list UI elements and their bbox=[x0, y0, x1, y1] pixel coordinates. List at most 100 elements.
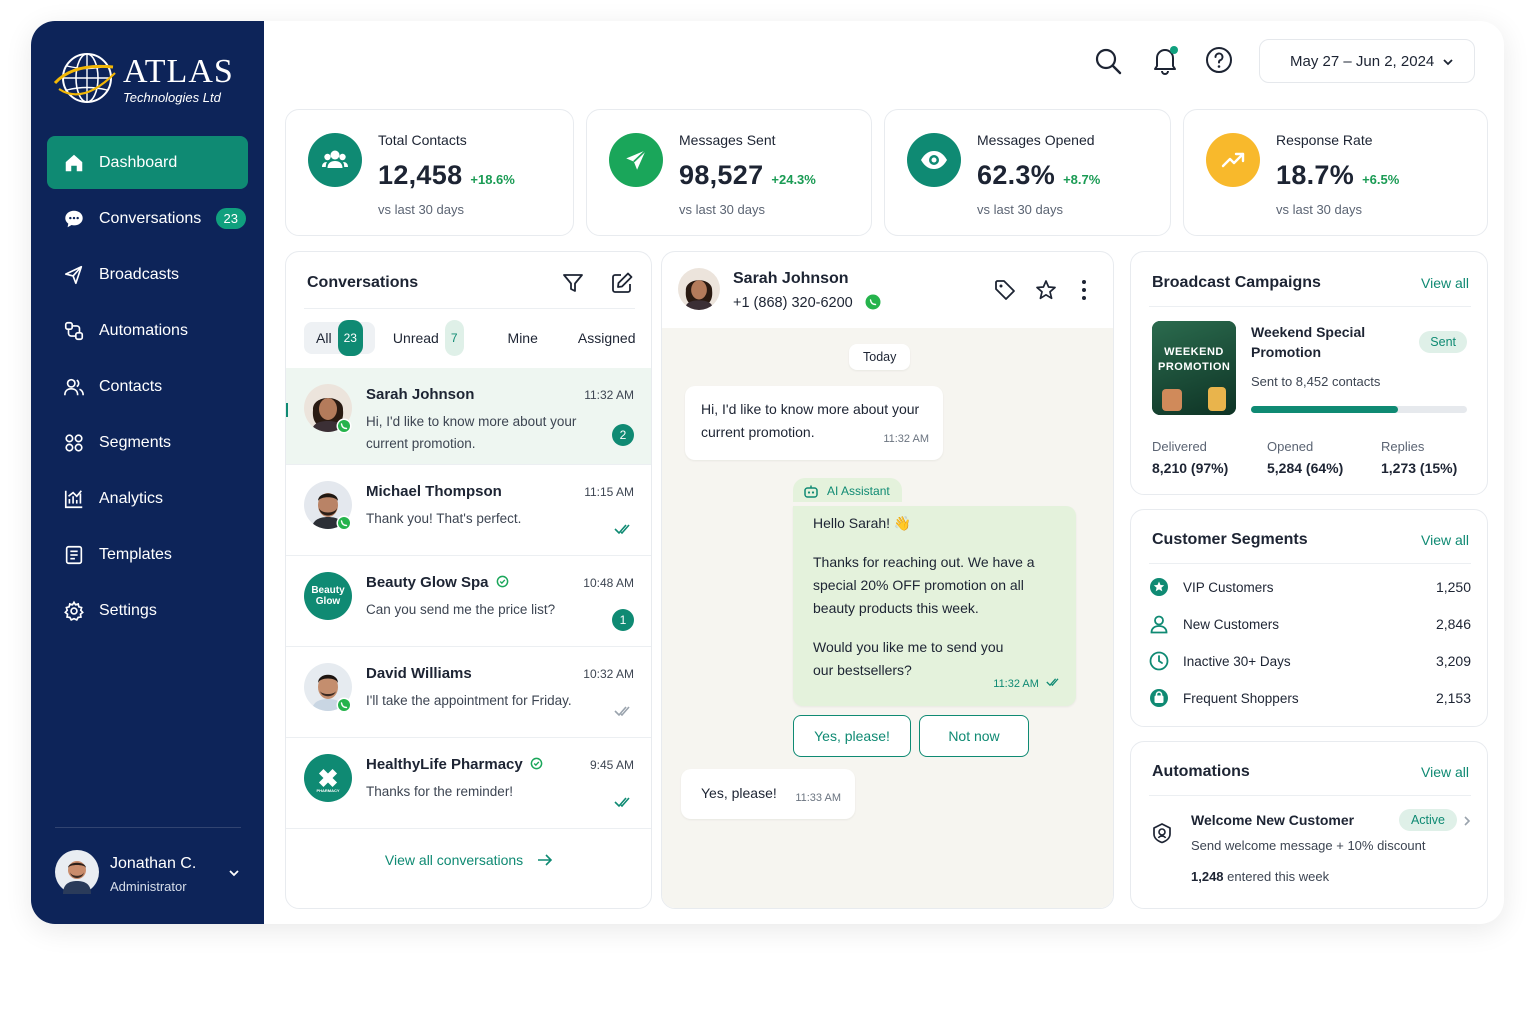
message-preview: Thank you! That's perfect. bbox=[366, 511, 522, 526]
list-item[interactable]: PHARMACY HealthyLife Pharmacy Thanks for… bbox=[286, 738, 651, 829]
quick-reply-not-now-button[interactable]: Not now bbox=[919, 715, 1029, 757]
whatsapp-icon bbox=[336, 515, 352, 531]
tab-unread[interactable]: Unread 7 bbox=[381, 320, 476, 356]
view-all-link[interactable]: View all bbox=[1421, 764, 1469, 780]
stat-subtitle: vs last 30 days bbox=[1276, 202, 1362, 217]
segment-row-frequent[interactable]: Frequent Shoppers 2,153 bbox=[1149, 686, 1471, 710]
metric-value: 1,273 (15%) bbox=[1381, 460, 1458, 476]
sidebar-item-analytics[interactable]: Analytics bbox=[47, 472, 248, 525]
sidebar: ATLAS Technologies Ltd Dashboard Convers… bbox=[31, 21, 264, 924]
sidebar-item-label: Conversations bbox=[99, 209, 202, 227]
status-badge: Sent bbox=[1419, 331, 1467, 353]
user-name: Jonathan C. bbox=[110, 855, 197, 872]
message-time: 11:32 AM bbox=[883, 433, 929, 445]
date-separator: Today bbox=[849, 344, 911, 370]
message-text: Hello Sarah! 👋 bbox=[813, 515, 912, 531]
list-item[interactable]: Sarah Johnson Hi, I'd like to know more … bbox=[286, 368, 651, 465]
ai-reply-message: Hello Sarah! 👋 Thanks for reaching out. … bbox=[793, 506, 1076, 706]
sidebar-item-contacts[interactable]: Contacts bbox=[47, 360, 248, 413]
sidebar-item-segments[interactable]: Segments bbox=[47, 416, 248, 469]
bell-icon[interactable] bbox=[1149, 44, 1181, 76]
list-item[interactable]: Michael Thompson Thank you! That's perfe… bbox=[286, 465, 651, 556]
list-item[interactable]: David Williams I'll take the appointment… bbox=[286, 647, 651, 738]
trend-up-icon bbox=[1206, 133, 1260, 187]
automation-entered-suffix: entered this week bbox=[1227, 869, 1330, 884]
broadcast-campaigns-panel: Broadcast Campaigns View all WEEKEND PRO… bbox=[1130, 251, 1488, 495]
brand-logo[interactable]: ATLAS Technologies Ltd bbox=[53, 49, 253, 109]
stat-delta: +6.5% bbox=[1362, 172, 1400, 187]
unread-badge: 2 bbox=[612, 424, 634, 446]
quick-reply-yes-button[interactable]: Yes, please! bbox=[793, 715, 911, 757]
date-range-picker[interactable]: May 27 – Jun 2, 2024 bbox=[1259, 39, 1475, 83]
panel-title: Broadcast Campaigns bbox=[1152, 274, 1321, 291]
tag-icon[interactable] bbox=[994, 279, 1016, 301]
list-item[interactable]: Beauty Glow Beauty Glow Spa Can you send… bbox=[286, 556, 651, 647]
sidebar-item-label: Segments bbox=[99, 433, 172, 451]
avatar-text: Beauty Glow bbox=[311, 585, 345, 607]
segment-row-inactive[interactable]: Inactive 30+ Days 3,209 bbox=[1149, 649, 1471, 673]
segment-row-vip[interactable]: VIP Customers 1,250 bbox=[1149, 575, 1471, 599]
stat-value: 98,527 bbox=[679, 160, 764, 190]
stat-subtitle: vs last 30 days bbox=[679, 202, 765, 217]
automation-entered-count: 1,248 bbox=[1191, 869, 1224, 884]
sidebar-item-conversations[interactable]: Conversations 23 bbox=[47, 192, 248, 245]
campaign-progress-fill bbox=[1251, 406, 1398, 413]
sidebar-item-templates[interactable]: Templates bbox=[47, 528, 248, 581]
sidebar-item-dashboard[interactable]: Dashboard bbox=[47, 136, 248, 189]
divider bbox=[1149, 306, 1471, 307]
view-all-link[interactable]: View all bbox=[1421, 532, 1469, 548]
date-range-label: May 27 – Jun 2, 2024 bbox=[1290, 52, 1435, 70]
sidebar-item-label: Contacts bbox=[99, 377, 163, 395]
avatar-text: PHARMACY bbox=[316, 788, 340, 793]
conversations-count-badge: 23 bbox=[215, 208, 246, 229]
tab-all[interactable]: All 23 bbox=[304, 320, 375, 356]
stat-subtitle: vs last 30 days bbox=[378, 202, 464, 217]
sidebar-item-automations[interactable]: Automations bbox=[47, 304, 248, 357]
sidebar-item-broadcasts[interactable]: Broadcasts bbox=[47, 248, 248, 301]
campaign-sent-to: Sent to 8,452 contacts bbox=[1251, 374, 1381, 389]
sidebar-item-label: Settings bbox=[99, 601, 157, 619]
filter-icon[interactable] bbox=[562, 272, 584, 294]
sidebar-nav: Dashboard Conversations 23 Broadcasts Au… bbox=[47, 136, 248, 640]
stat-value: 12,458 bbox=[378, 160, 463, 190]
pharmacy-cross-icon bbox=[318, 768, 338, 788]
tab-assigned[interactable]: Assigned bbox=[566, 322, 648, 354]
user-profile[interactable]: Jonathan C. Administrator bbox=[55, 827, 241, 897]
chevron-right-icon[interactable] bbox=[1463, 815, 1471, 827]
help-icon[interactable] bbox=[1205, 46, 1233, 74]
whatsapp-icon bbox=[865, 294, 881, 310]
stat-card-messages-opened[interactable]: Messages Opened 62.3% +8.7% vs last 30 da… bbox=[884, 109, 1171, 236]
stat-card-total-contacts[interactable]: Total Contacts 12,458 +18.6% vs last 30 d… bbox=[285, 109, 574, 236]
segment-row-new[interactable]: New Customers 2,846 bbox=[1149, 612, 1471, 636]
stat-card-response-rate[interactable]: Response Rate 18.7% +6.5% vs last 30 days bbox=[1183, 109, 1488, 236]
analytics-icon bbox=[63, 488, 85, 510]
search-icon[interactable] bbox=[1093, 46, 1123, 76]
view-all-conversations-link[interactable]: View all conversations bbox=[286, 852, 651, 868]
tab-label: Unread bbox=[392, 330, 439, 346]
stat-title: Total Contacts bbox=[378, 132, 467, 148]
more-options-icon[interactable] bbox=[1075, 279, 1093, 301]
message-time: 11:32 AM bbox=[584, 388, 634, 402]
sidebar-item-label: Dashboard bbox=[99, 153, 178, 171]
stat-card-messages-sent[interactable]: Messages Sent 98,527 +24.3% vs last 30 da… bbox=[586, 109, 872, 236]
campaign-thumbnail[interactable]: WEEKEND PROMOTION bbox=[1152, 321, 1236, 415]
avatar: PHARMACY bbox=[304, 754, 352, 802]
contact-name-row: Beauty Glow Spa bbox=[366, 574, 509, 591]
message-preview: Can you send me the price list? bbox=[366, 602, 556, 617]
read-check-icon bbox=[1046, 678, 1059, 687]
panel-title: Conversations bbox=[307, 274, 419, 291]
star-icon[interactable] bbox=[1035, 279, 1057, 301]
sidebar-item-settings[interactable]: Settings bbox=[47, 584, 248, 637]
view-all-link[interactable]: View all bbox=[1421, 275, 1469, 291]
star-icon bbox=[1150, 578, 1168, 596]
stat-value-row: 12,458 +18.6% bbox=[378, 160, 515, 191]
chevron-down-icon[interactable] bbox=[227, 866, 241, 880]
divider bbox=[304, 308, 635, 309]
app-window: ATLAS Technologies Ltd Dashboard Convers… bbox=[31, 21, 1504, 924]
globe-logo-icon bbox=[53, 53, 116, 103]
tab-count: 7 bbox=[444, 320, 464, 356]
verified-icon bbox=[496, 575, 509, 588]
tab-mine[interactable]: Mine bbox=[496, 322, 550, 354]
sidebar-item-label: Automations bbox=[99, 321, 188, 339]
compose-icon[interactable] bbox=[610, 271, 634, 295]
